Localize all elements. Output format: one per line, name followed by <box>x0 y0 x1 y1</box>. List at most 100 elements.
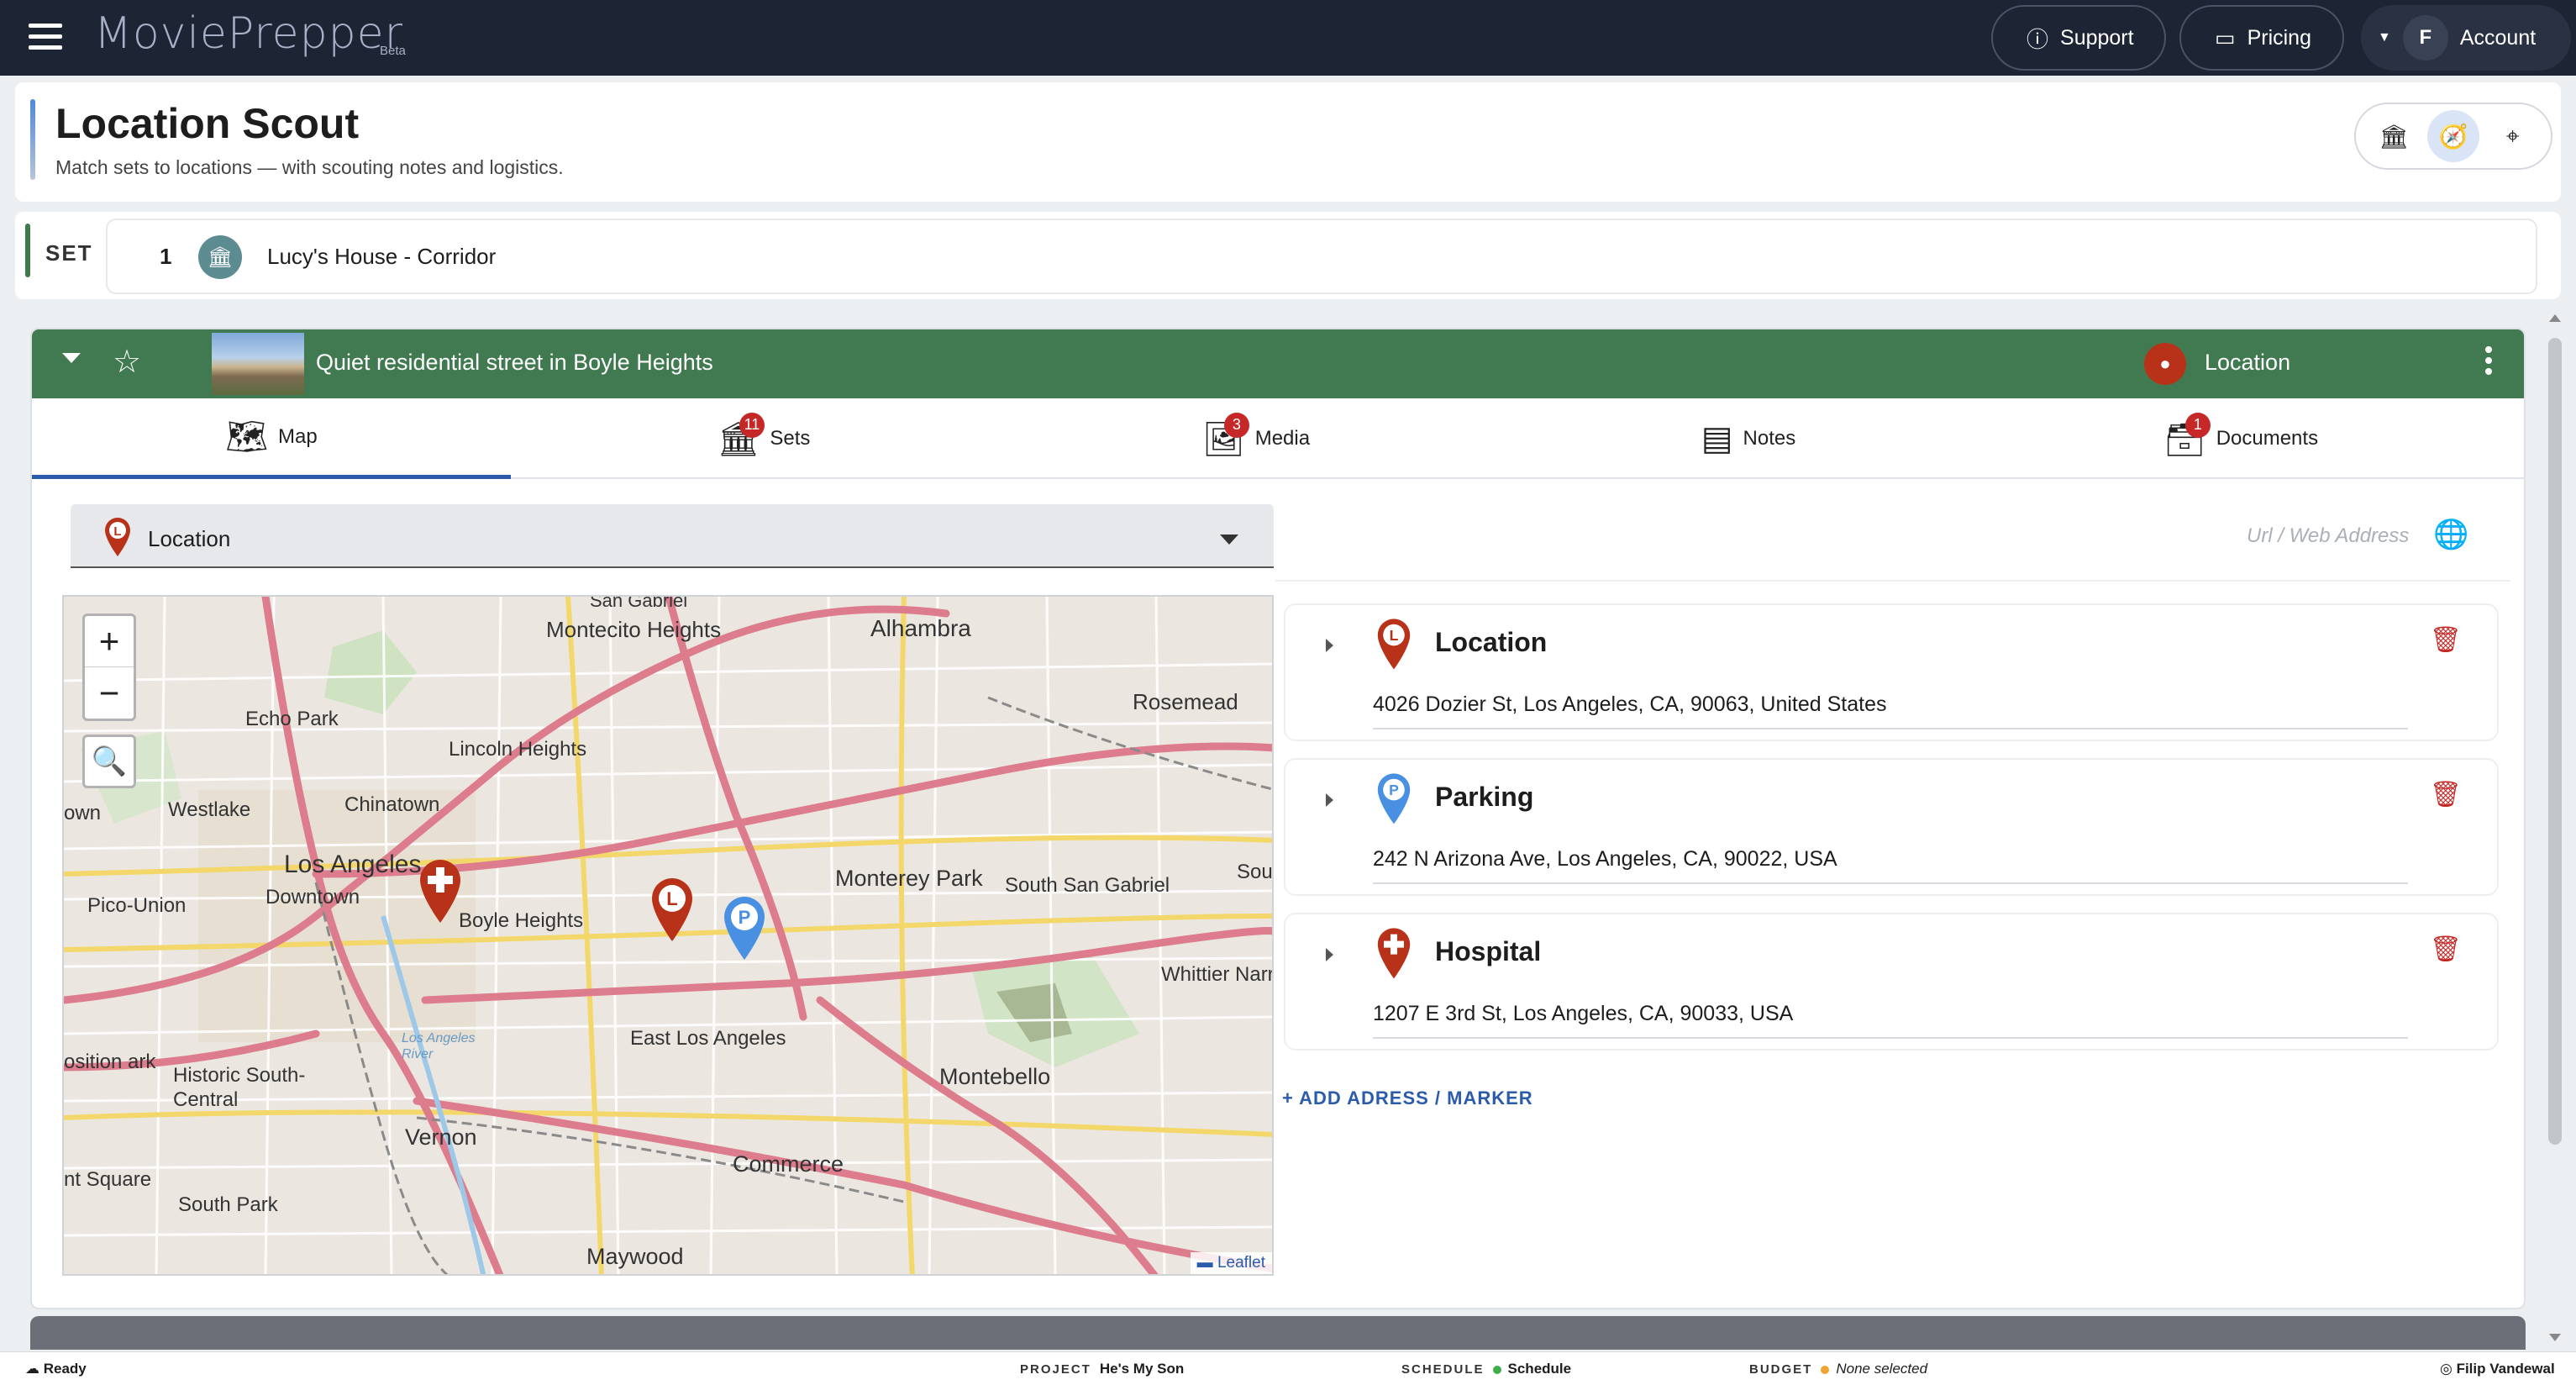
sets-view-button[interactable]: 🏛 <box>2368 110 2420 162</box>
tab-map[interactable]: 🗺 Map <box>32 398 511 479</box>
account-button[interactable]: ▼ F Account <box>2361 5 2571 71</box>
tab-notes[interactable]: ▤ Notes <box>1509 398 1988 479</box>
location-pin-icon: ⌖ <box>2505 122 2520 149</box>
address-card-location: L Location 4026 Dozier St, Los Angeles, … <box>1284 603 2499 741</box>
delete-icon[interactable]: 🗑 <box>2430 935 2462 964</box>
divider <box>1275 580 2510 582</box>
schedule-value: Schedule <box>1507 1361 1572 1377</box>
scroll-up-icon[interactable] <box>2549 314 2561 322</box>
tab-sets[interactable]: 🏛 11 Sets <box>524 398 1003 479</box>
ready-status: ☁ Ready <box>25 1361 87 1377</box>
flag-icon: ▬ <box>1196 1254 1217 1272</box>
delete-icon[interactable]: 🗑 <box>2430 780 2462 809</box>
schedule-status[interactable]: SCHEDULE Schedule <box>1401 1361 1571 1377</box>
more-vert-icon[interactable] <box>2485 346 2494 379</box>
page-title: Location Scout <box>55 100 360 147</box>
address-field[interactable]: 242 N Arizona Ave, Los Angeles, CA, 9002… <box>1373 847 1837 872</box>
menu-icon[interactable] <box>29 24 62 52</box>
dropdown-caret-icon <box>1220 535 1238 545</box>
map-label-south-park: South Park <box>178 1193 278 1216</box>
monitor-icon: ▭ <box>2215 24 2236 50</box>
map-label-commerce: Commerce <box>733 1151 844 1177</box>
account-avatar: F <box>2402 15 2448 61</box>
map-label-la-river: Los Angeles River <box>402 1031 476 1062</box>
budget-value: None selected <box>1836 1361 1928 1377</box>
top-app-bar: MoviePrepper Beta ⓘ Support ▭ Pricing ▼ … <box>0 0 2576 76</box>
status-bar: ☁ Ready PROJECT He's My Son SCHEDULE Sched… <box>0 1351 2576 1385</box>
locations-view-button[interactable]: ⌖ <box>2487 110 2539 162</box>
ready-label: Ready <box>43 1361 87 1377</box>
map-label-boyle-heights: Boyle Heights <box>459 909 584 932</box>
location-marker-icon: L <box>1377 619 1411 670</box>
address-field[interactable]: 4026 Dozier St, Los Angeles, CA, 90063, … <box>1373 692 1887 717</box>
map-attribution[interactable]: ▬ Leaflet <box>1190 1252 1272 1274</box>
tab-documents[interactable]: 🗃 1 Documents <box>2001 398 2480 479</box>
map-label-montebello: Montebello <box>939 1064 1051 1089</box>
scout-view-button[interactable]: 🧭 <box>2426 110 2479 162</box>
svg-text:L: L <box>113 524 121 539</box>
user-status[interactable]: ◎ Filip Vandewal <box>2440 1361 2555 1377</box>
next-location-card[interactable] <box>30 1316 2526 1350</box>
url-input[interactable]: Url / Web Address <box>2247 524 2409 548</box>
location-thumbnail[interactable] <box>212 333 304 395</box>
help-circle-icon: ⓘ <box>2027 26 2049 52</box>
map-label-lincoln-heights: Lincoln Heights <box>449 738 587 761</box>
project-status[interactable]: PROJECT He's My Son <box>1020 1361 1184 1377</box>
expand-caret-icon[interactable] <box>1326 639 1333 652</box>
add-address-button[interactable]: + ADD ADRESS / MARKER <box>1282 1087 1533 1109</box>
tab-media-label: Media <box>1254 427 1311 450</box>
user-icon: ◎ <box>2440 1361 2457 1377</box>
delete-icon[interactable]: 🗑 <box>2430 625 2462 655</box>
zoom-in-button[interactable]: + <box>85 616 134 667</box>
map-label-south-san-gabriel: South San Gabriel <box>1005 874 1170 897</box>
budget-key: BUDGET <box>1749 1362 1813 1377</box>
project-value: He's My Son <box>1099 1361 1185 1377</box>
set-select[interactable]: 1 🏛 Lucy's House - Corridor <box>106 219 2537 294</box>
svg-text:L: L <box>1390 627 1399 644</box>
hospital-marker[interactable] <box>417 857 464 924</box>
map-label-vernon: Vernon <box>405 1124 477 1150</box>
header-accent-bar <box>30 99 35 180</box>
map-label-montecito-heights: Montecito Heights <box>546 617 722 642</box>
map-label-east-los-angeles: East Los Angeles <box>630 1027 786 1050</box>
favorite-star-icon[interactable]: ☆ <box>113 343 141 381</box>
globe-icon[interactable]: 🌐 <box>2433 518 2468 551</box>
leaflet-link[interactable]: Leaflet <box>1217 1254 1265 1272</box>
scrollbar-thumb[interactable] <box>2548 338 2562 1145</box>
location-tabs: 🗺 Map 🏛 11 Sets 🖼 3 Media ▤ Notes 🗃 1 Docum… <box>32 398 2524 479</box>
location-marker[interactable]: L <box>649 876 696 943</box>
tab-documents-label: Documents <box>2216 427 2319 450</box>
sets-count-badge: 11 <box>739 412 765 438</box>
location-card: ☆ Quiet residential street in Boyle Heig… <box>30 328 2526 1309</box>
image-icon: 🖼 3 <box>1202 412 1249 459</box>
map-label-san-gabriel: San Gabriel <box>590 595 688 611</box>
map-icon: 🗺 <box>225 419 269 456</box>
address-title: Location <box>1435 627 1548 657</box>
location-select[interactable]: L Location <box>71 504 1274 568</box>
scroll-down-icon[interactable] <box>2549 1334 2561 1341</box>
expand-caret-icon[interactable] <box>1326 793 1333 807</box>
page-scrollbar[interactable] <box>2546 311 2564 1345</box>
app-logo[interactable]: MoviePrepper <box>94 8 403 59</box>
location-type-label: Location <box>2205 350 2291 375</box>
tab-media[interactable]: 🖼 3 Media <box>1017 398 1496 479</box>
parking-marker[interactable]: P <box>721 894 768 961</box>
address-underline <box>1373 882 2408 884</box>
map-search-button[interactable]: 🔍 <box>82 735 136 788</box>
address-field[interactable]: 1207 E 3rd St, Los Angeles, CA, 90033, U… <box>1373 1002 1793 1026</box>
map-label-rosemead: Rosemead <box>1133 689 1238 714</box>
location-select-value: Location <box>148 526 231 551</box>
pricing-button[interactable]: ▭ Pricing <box>2179 5 2344 71</box>
budget-status[interactable]: BUDGET None selected <box>1749 1361 1927 1377</box>
cloud-icon: ☁ <box>25 1361 44 1377</box>
zoom-out-button[interactable]: − <box>85 667 134 719</box>
address-card-parking: P Parking 242 N Arizona Ave, Los Angeles… <box>1284 758 2499 896</box>
map-view[interactable]: San Gabriel Montecito Heights Alhambra E… <box>62 595 1274 1276</box>
address-underline <box>1373 728 2408 729</box>
expand-caret-icon[interactable] <box>1326 948 1333 961</box>
set-number: 1 <box>160 244 172 269</box>
tab-notes-label: Notes <box>1743 427 1796 450</box>
location-marker-icon: L <box>105 518 130 556</box>
collapse-caret-icon[interactable] <box>62 353 81 363</box>
support-button[interactable]: ⓘ Support <box>1991 5 2166 71</box>
